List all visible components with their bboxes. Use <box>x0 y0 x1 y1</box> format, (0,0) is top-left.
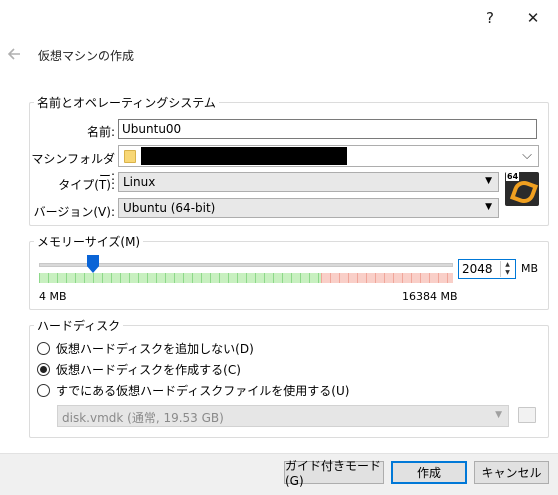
redacted-path <box>141 147 347 165</box>
memory-slider-ticks <box>39 273 453 283</box>
name-input[interactable]: Ubuntu00 <box>118 119 537 139</box>
back-arrow-icon[interactable] <box>4 43 26 65</box>
existing-disk-select: disk.vmdk (通常, 19.53 GB) ▼ <box>57 405 509 427</box>
chevron-down-icon: ⌵ <box>522 148 532 163</box>
type-select[interactable]: Linux ▼ <box>118 172 499 192</box>
radio-label: すでにある仮想ハードディスクファイルを使用する(U) <box>56 383 350 398</box>
radio-create-disk[interactable]: 仮想ハードディスクを作成する(C) <box>37 360 241 378</box>
type-value: Linux <box>123 175 156 189</box>
recommended-range <box>39 273 321 283</box>
dropdown-arrow-icon: ▼ <box>485 176 492 186</box>
version-value: Ubuntu (64-bit) <box>123 201 216 215</box>
folder-combo[interactable]: ⌵ <box>118 145 539 167</box>
name-label: 名前: <box>86 125 115 139</box>
memory-unit: MB <box>521 262 539 275</box>
version-select[interactable]: Ubuntu (64-bit) ▼ <box>118 198 499 218</box>
hard-disk-group-title: ハードディスク <box>34 317 124 334</box>
guided-mode-button[interactable]: ガイド付きモード(G) <box>284 459 384 488</box>
existing-disk-value: disk.vmdk (通常, 19.53 GB) <box>62 411 224 425</box>
dropdown-arrow-icon: ▼ <box>495 410 502 420</box>
memory-spinbox[interactable]: 2048 ▲ ▼ <box>458 259 516 279</box>
radio-button[interactable] <box>37 341 50 355</box>
radio-button-selected[interactable] <box>37 362 50 376</box>
memory-group-title: メモリーサイズ(M) <box>34 233 144 250</box>
spin-arrows-icon[interactable]: ▲ ▼ <box>500 261 514 277</box>
type-label: タイプ(T): <box>58 178 115 192</box>
close-button[interactable]: ✕ <box>521 6 545 30</box>
create-button[interactable]: 作成 <box>391 461 467 484</box>
radio-label: 仮想ハードディスクを追加しない(D) <box>56 341 254 356</box>
memory-min-label: 4 MB <box>39 290 67 303</box>
radio-no-disk[interactable]: 仮想ハードディスクを追加しない(D) <box>37 339 254 357</box>
excessive-range <box>321 273 453 283</box>
memory-max-label: 16384 MB <box>402 290 458 303</box>
radio-label: 仮想ハードディスクを作成する(C) <box>56 362 241 377</box>
name-os-group-title: 名前とオペレーティングシステム <box>34 94 219 111</box>
memory-value: 2048 <box>462 262 493 276</box>
ubuntu-os-icon: 64 <box>505 172 539 206</box>
help-button[interactable]: ? <box>478 6 502 30</box>
dropdown-arrow-icon: ▼ <box>485 202 492 212</box>
memory-slider-track[interactable] <box>39 263 453 267</box>
title-bar: ? ✕ <box>0 0 558 36</box>
choose-disk-folder-icon <box>518 407 536 423</box>
radio-button[interactable] <box>37 383 50 397</box>
version-label: バージョン(V): <box>33 205 115 219</box>
os-bit-badge: 64 <box>506 172 520 181</box>
os-logo-shape <box>509 177 539 206</box>
radio-existing-disk[interactable]: すでにある仮想ハードディスクファイルを使用する(U) <box>37 381 349 399</box>
folder-icon <box>124 150 136 163</box>
cancel-button[interactable]: キャンセル <box>474 461 549 484</box>
wizard-title: 仮想マシンの作成 <box>38 49 135 63</box>
